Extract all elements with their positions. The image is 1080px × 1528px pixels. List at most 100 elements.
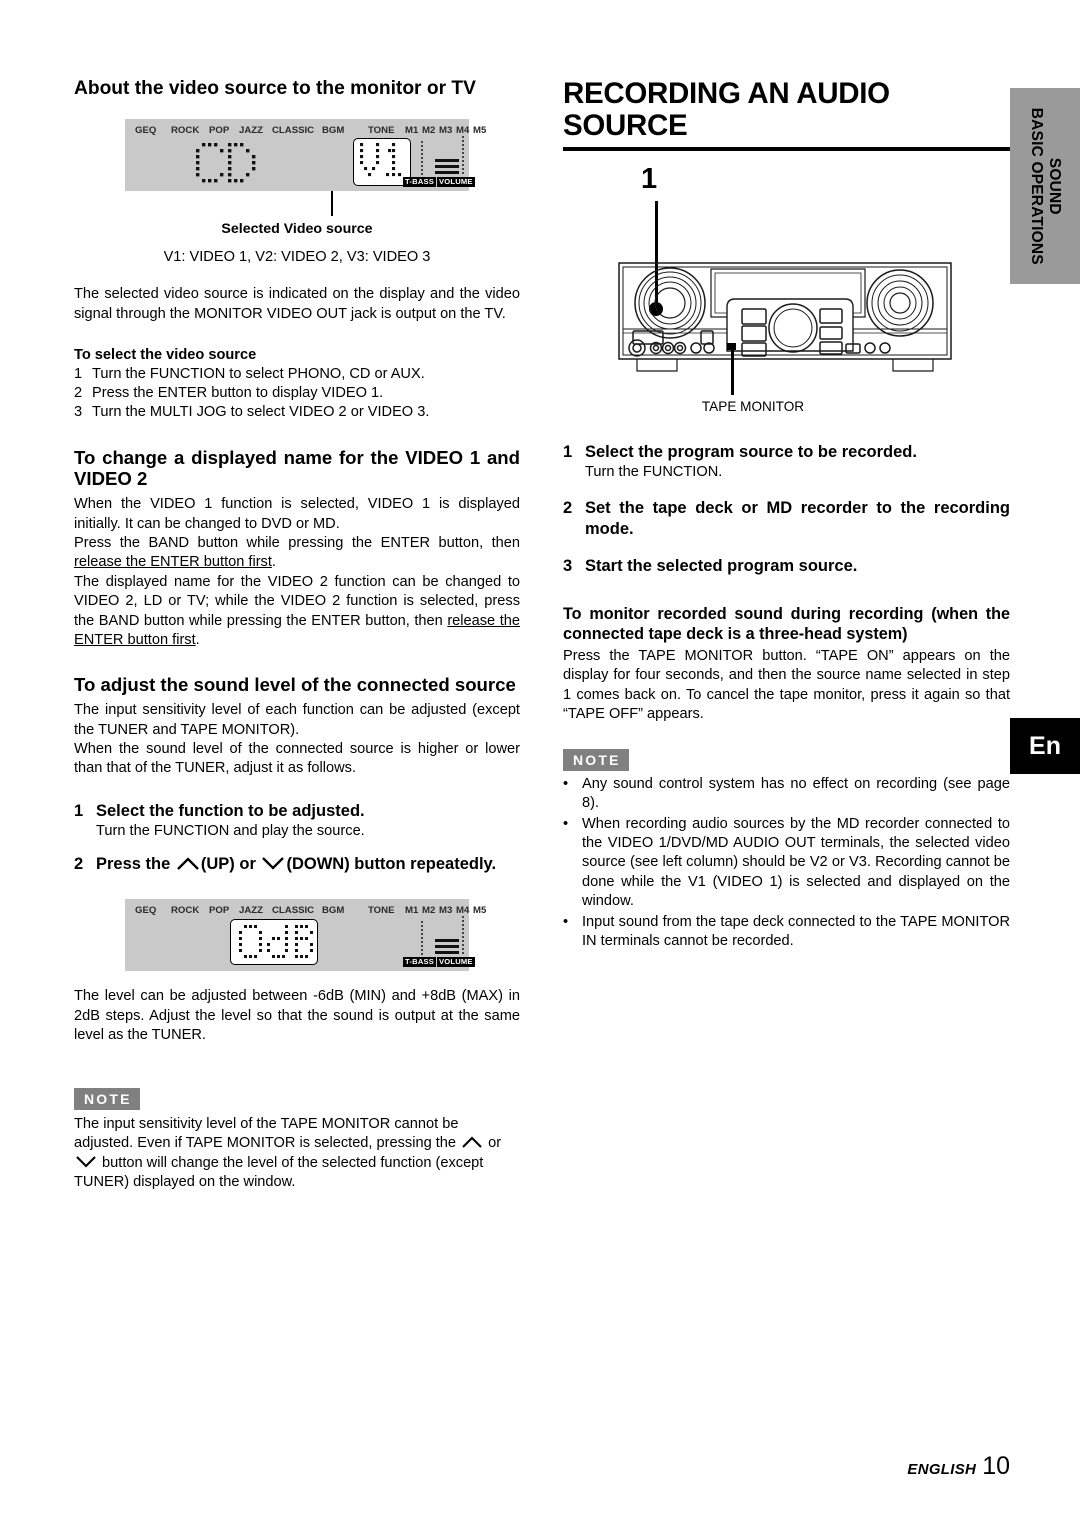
- note-text: When recording audio sources by the MD r…: [582, 815, 1010, 910]
- lcd-2-volume-scale: [462, 916, 464, 956]
- left-note-a: The input sensitivity level of the TAPE …: [74, 1115, 461, 1152]
- lcd-2-tbass-scale: [421, 921, 423, 956]
- lcd-1-volume-scale: [462, 136, 464, 176]
- lcd2-label-m5: M5: [473, 905, 487, 917]
- lcd-2-volume-bar-2: [435, 945, 459, 948]
- rename-paragraph-2: Press the BAND button while pressing the…: [74, 534, 520, 573]
- adjust-level-paragraph-1: The input sensitivity level of each func…: [74, 702, 520, 738]
- step-subtext: Turn the FUNCTION and play the source.: [96, 822, 365, 839]
- lcd-1-main-text-cd: [196, 143, 256, 183]
- rename-paragraph-1: When the VIDEO 1 function is selected, V…: [74, 496, 520, 532]
- lcd-label-geq: GEQ: [135, 125, 157, 137]
- receiver-figure: 1 TAPE MONITOR: [563, 157, 1010, 442]
- list-item: 3 Turn the MULTI JOG to select VIDEO 2 o…: [74, 403, 520, 422]
- lcd-2-badge-volume: VOLUME: [437, 957, 475, 968]
- lcd-label-bgm: BGM: [322, 125, 345, 137]
- right-column: RECORDING AN AUDIO SOURCE 1 TAPE MONITOR…: [563, 78, 1010, 952]
- list-item: • Any sound control system has no effect…: [563, 775, 1010, 814]
- lcd-label-tone: TONE: [368, 125, 395, 137]
- bullet-icon: •: [563, 913, 569, 930]
- lcd-1-volume-bar-1: [435, 159, 459, 162]
- note-text: Any sound control system has no effect o…: [582, 775, 1010, 812]
- page-title: RECORDING AN AUDIO SOURCE: [563, 77, 890, 142]
- recording-step-1: 1 Select the program source to be record…: [563, 442, 1010, 483]
- lcd-label-jazz: JAZZ: [239, 125, 263, 137]
- lcd-label-rock: ROCK: [171, 125, 200, 137]
- lcd-1-volume-bar-3: [435, 171, 459, 174]
- receiver-illustration: [618, 261, 952, 372]
- down-chevron-icon: [76, 1155, 96, 1168]
- lcd-1-highlight-text-v1: [360, 143, 402, 177]
- adjust-step-2: 2 Press the (UP) or (DOWN) button repeat…: [74, 854, 520, 875]
- adjust-level-outro: The level can be adjusted between -6dB (…: [74, 988, 520, 1044]
- adjust-level-paragraph-2: When the sound level of the connected so…: [74, 741, 520, 777]
- lcd-1-volume-bar-2: [435, 165, 459, 168]
- lcd-2-main-text-0db: [239, 925, 313, 959]
- adjust-step-1: 1 Select the function to be adjusted. Tu…: [74, 801, 520, 842]
- step-subtext: Turn the FUNCTION.: [585, 463, 723, 480]
- list-item: 1 Turn the FUNCTION to select PHONO, CD …: [74, 365, 520, 384]
- monitor-recorded-sound-body: Press the TAPE MONITOR button. “TAPE ON”…: [563, 648, 1010, 723]
- left-note-block: NOTE The input sensitivity level of the …: [74, 1087, 520, 1193]
- lcd-1-badge-tbass: T-BASS: [403, 177, 437, 188]
- rename-p2-tail: .: [271, 554, 276, 571]
- title-underline: [563, 146, 1010, 151]
- note-badge: NOTE: [563, 748, 629, 771]
- note-badge: NOTE: [74, 1087, 140, 1110]
- lcd-2-volume-bar-3: [435, 951, 459, 954]
- rename-p3-tail: .: [195, 632, 200, 649]
- lcd-label-m2: M2: [422, 125, 436, 137]
- lcd2-label-tone: TONE: [368, 905, 395, 917]
- display-figure-2: GEQ ROCK POP JAZZ CLASSIC BGM TONE M1 M2…: [74, 899, 520, 979]
- lcd-panel-2: GEQ ROCK POP JAZZ CLASSIC BGM TONE M1 M2…: [125, 899, 486, 972]
- lcd-label-m4: M4: [456, 125, 470, 137]
- step-number: 3: [563, 557, 573, 576]
- lcd2-label-classic: CLASSIC: [272, 905, 315, 917]
- lcd-1-indicator-labels: GEQ ROCK POP JAZZ CLASSIC BGM TONE M1 M2…: [125, 125, 486, 138]
- step2-text-b: (UP) or: [200, 855, 261, 874]
- step-number: 1: [74, 365, 83, 382]
- lcd-label-m5: M5: [473, 125, 487, 137]
- left-note-b: or: [484, 1135, 502, 1152]
- step-number: 2: [74, 855, 84, 874]
- step-number: 1: [563, 442, 573, 461]
- left-column: About the video source to the monitor or…: [74, 78, 520, 1192]
- lcd2-label-m2: M2: [422, 905, 436, 917]
- footer-language: ENGLISH: [907, 1461, 977, 1478]
- rename-p2-text: Press the BAND button while pressing the…: [74, 535, 520, 552]
- bullet-icon: •: [563, 815, 569, 832]
- step-text: Press the ENTER button to display VIDEO …: [92, 384, 384, 401]
- rename-video-heading: To change a displayed name for the VIDEO…: [74, 446, 520, 490]
- lcd2-label-bgm: BGM: [322, 905, 345, 917]
- list-item: 2 Press the ENTER button to display VIDE…: [74, 384, 520, 403]
- right-note-list: • Any sound control system has no effect…: [563, 775, 1010, 952]
- recording-step-2: 2 Set the tape deck or MD recorder to th…: [563, 498, 1010, 540]
- bullet-icon: •: [563, 775, 569, 792]
- list-item: • When recording audio sources by the MD…: [563, 815, 1010, 912]
- list-item: • Input sound from the tape deck connect…: [563, 913, 1010, 952]
- language-tab-label: En: [1029, 731, 1061, 760]
- lcd2-label-pop: POP: [209, 905, 230, 917]
- section-tab-sound-basic-operations: SOUND BASIC OPERATIONS: [1010, 88, 1080, 284]
- right-note-block: NOTE • Any sound control system has no e…: [563, 748, 1010, 952]
- step2-text-a: Press the: [96, 855, 175, 874]
- rename-paragraph-3: The displayed name for the VIDEO 2 funct…: [74, 573, 520, 651]
- lcd-2-badge-tbass: T-BASS: [403, 957, 437, 968]
- section-tab-line2: BASIC OPERATIONS: [1028, 107, 1046, 265]
- lcd-1-tbass-scale: [421, 141, 423, 176]
- step-heading: Set the tape deck or MD recorder to the …: [585, 499, 1010, 539]
- lcd-label-m3: M3: [439, 125, 453, 137]
- lcd2-label-geq: GEQ: [135, 905, 157, 917]
- page-footer: ENGLISH 10: [0, 1452, 1010, 1481]
- lcd-label-m1: M1: [405, 125, 419, 137]
- tape-monitor-label: TAPE MONITOR: [701, 398, 805, 414]
- adjust-level-heading: To adjust the sound level of the connect…: [74, 674, 516, 696]
- step2-text-c: (DOWN) button repeatedly.: [286, 855, 497, 874]
- step-number: 1: [74, 801, 84, 820]
- manual-page: SOUND BASIC OPERATIONS En About the vide…: [0, 0, 1080, 1528]
- down-chevron-icon: [262, 857, 285, 870]
- step-number: 2: [74, 384, 83, 401]
- step-heading: Press the (UP) or (DOWN) button repeated…: [96, 854, 520, 875]
- lcd-1-badge-volume: VOLUME: [437, 177, 475, 188]
- up-chevron-icon: [177, 857, 199, 871]
